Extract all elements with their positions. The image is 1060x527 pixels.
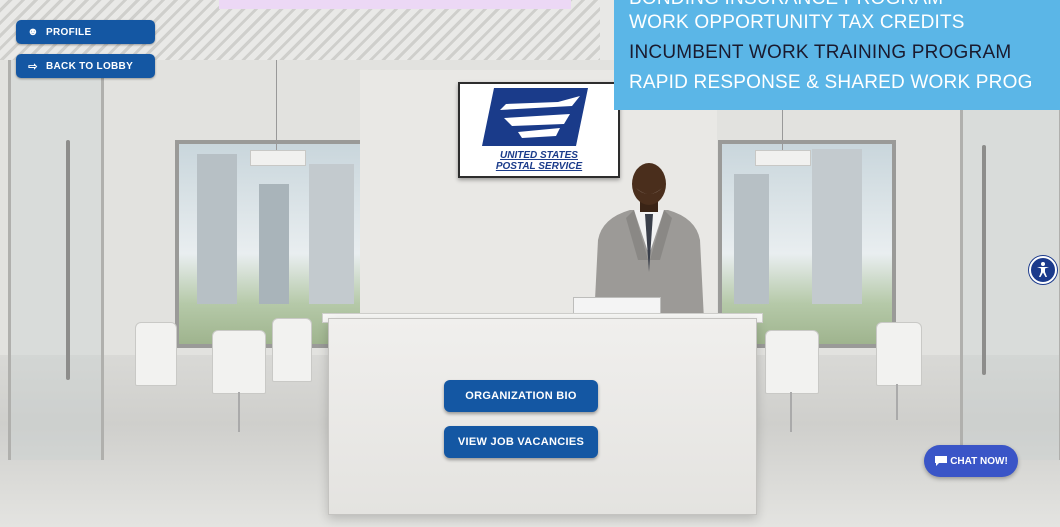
chair [272,318,312,382]
lobby-booth-scene: UNITED STATES POSTAL SERVICE ORGANIZATIO… [0,0,1060,527]
ceiling-lamp-left [250,150,306,166]
view-job-vacancies-button[interactable]: VIEW JOB VACANCIES [444,426,598,458]
glass-partition-left [8,60,104,460]
organization-bio-label: ORGANIZATION BIO [465,390,577,402]
back-to-lobby-button[interactable]: ⇨ BACK TO LOBBY [16,54,155,78]
banner-line-3: INCUMBENT WORK TRAINING PROGRAM [629,42,1012,63]
back-to-lobby-label: BACK TO LOBBY [46,60,134,72]
representative-avatar [594,163,704,320]
chat-now-button[interactable]: CHAT NOW! [924,445,1018,477]
profile-button[interactable]: ☻ PROFILE [16,20,155,44]
banner-line-4: RAPID RESPONSE & SHARED WORK PROG [629,72,1033,93]
profile-label: PROFILE [46,26,92,38]
accessibility-icon [1037,262,1049,277]
chat-bubble-icon [935,456,948,466]
accessibility-button[interactable] [1029,256,1057,284]
chat-now-label: CHAT NOW! [950,455,1008,467]
eagle-logo-icon [482,88,588,146]
door-handle-right [982,145,986,375]
view-job-vacancies-label: VIEW JOB VACANCIES [457,436,585,448]
chair [876,322,922,386]
chair [765,330,819,394]
banner-line-1: BONDING INSURANCE PROGRAM [629,0,943,10]
exit-icon: ⇨ [28,60,38,73]
organization-bio-button[interactable]: ORGANIZATION BIO [444,380,598,412]
banner-line-2: WORK OPPORTUNITY TAX CREDITS [629,12,965,33]
ceiling-lamp-right [755,150,811,166]
chair [212,330,266,394]
reception-desk [328,318,757,515]
chair [135,322,177,386]
door-handle-left [66,140,70,380]
top-purple-strip [219,0,571,9]
user-icon: ☻ [27,26,39,38]
program-banner: BONDING INSURANCE PROGRAM WORK OPPORTUNI… [614,0,1060,110]
